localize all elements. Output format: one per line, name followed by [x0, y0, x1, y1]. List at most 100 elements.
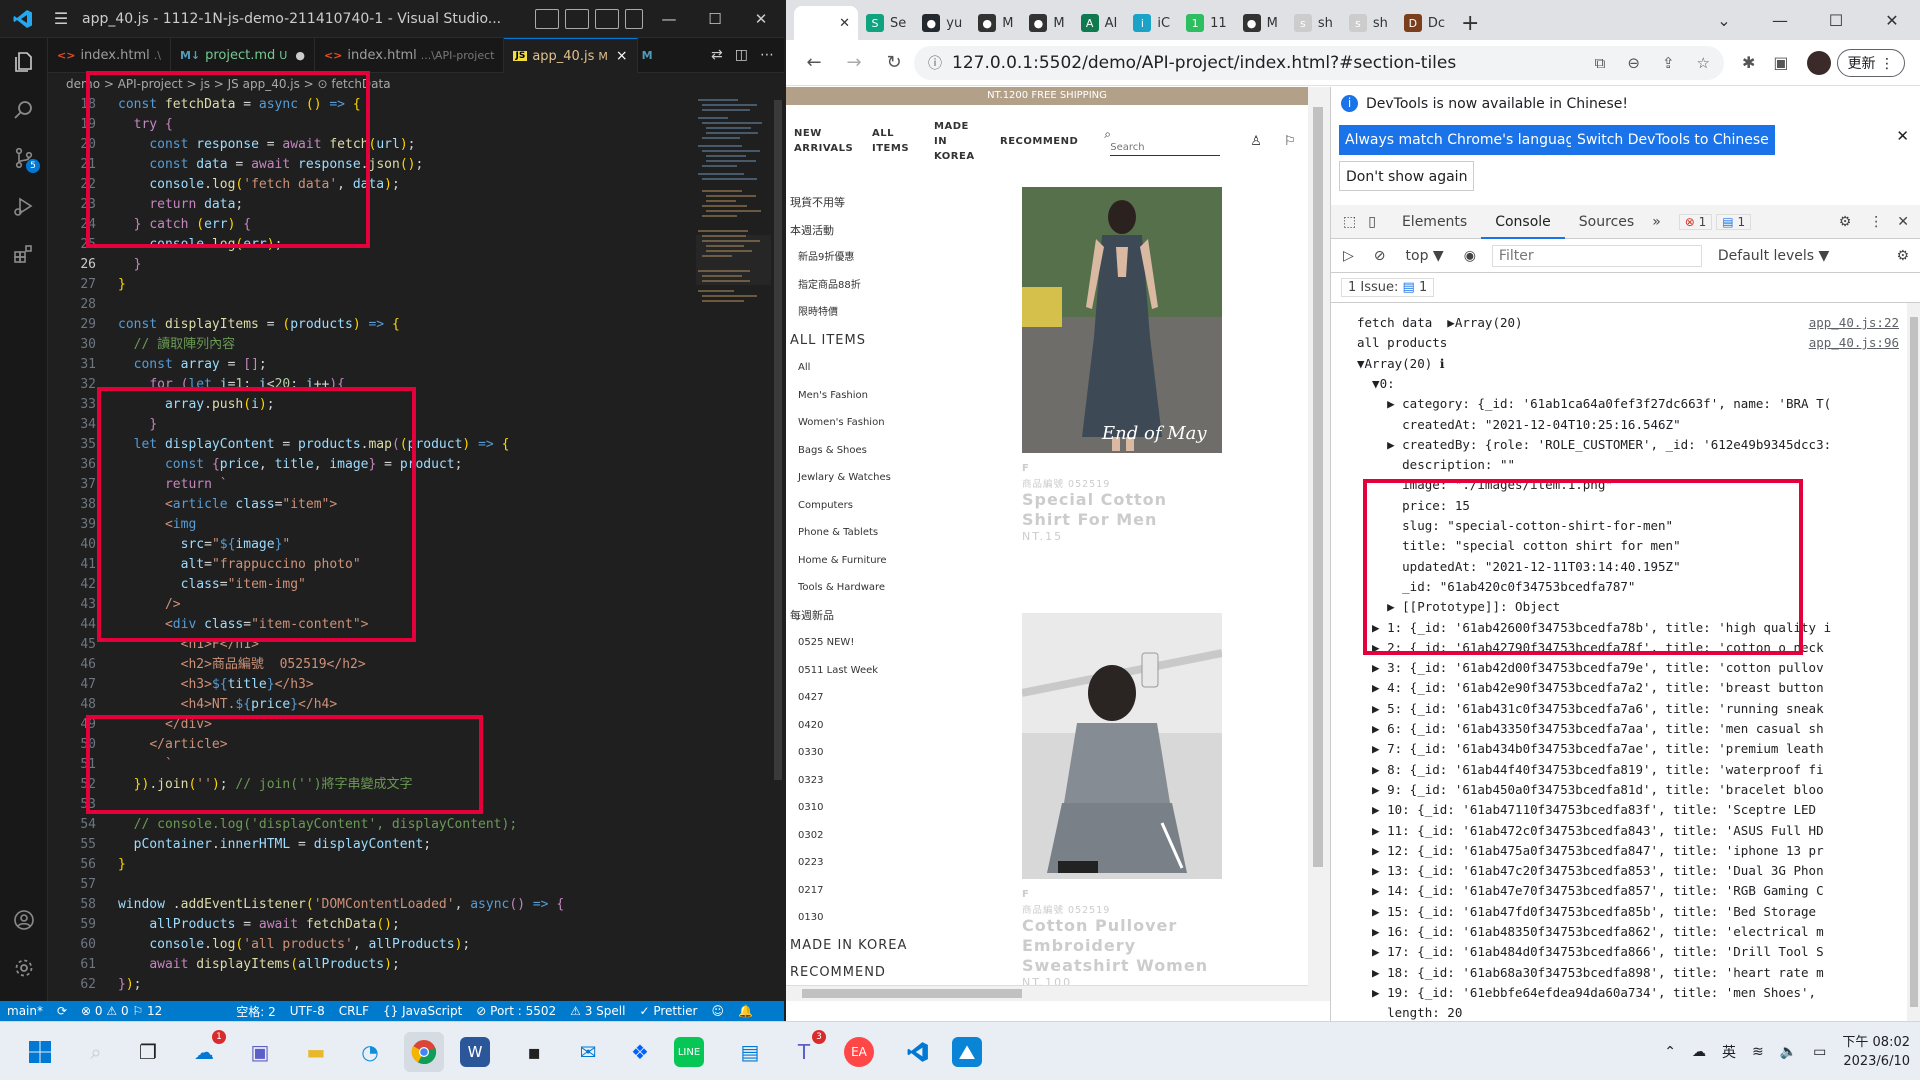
profile-avatar[interactable] — [1806, 50, 1831, 75]
category-item[interactable]: 新品9折優惠 — [786, 244, 966, 272]
back-icon[interactable]: ← — [794, 52, 834, 73]
toggle-sidebar-icon[interactable] — [535, 8, 559, 29]
minimize-button[interactable]: — — [1752, 11, 1808, 30]
product-image[interactable] — [1022, 613, 1222, 879]
category-item[interactable]: 0223 — [786, 849, 966, 877]
notepad-icon[interactable]: ▤ — [730, 1032, 770, 1072]
browser-tab[interactable]: 1 11 — [1178, 6, 1235, 40]
console-line[interactable]: ▼0: — [1331, 374, 1907, 394]
live-server-port[interactable]: ⊘ Port : 5502 — [469, 1004, 563, 1018]
console-line[interactable]: slug: "special-cotton-shirt-for-men" — [1331, 516, 1907, 536]
console-line[interactable]: ▶ 1: {_id: '61ab42600f34753bcedfa78b', t… — [1331, 618, 1907, 638]
device-toolbar-icon[interactable]: ▯ — [1364, 214, 1388, 230]
tab-api-index-html[interactable]: <> index.html ...\API-project — [315, 38, 505, 73]
category-item[interactable]: 本週活動 — [786, 217, 966, 245]
category-item[interactable]: 0330 — [786, 739, 966, 767]
inspect-icon[interactable]: ⬚ — [1331, 214, 1364, 230]
console-line[interactable]: ▶ 13: {_id: '61ab47c20f34753bcedfa853', … — [1331, 861, 1907, 881]
dropbox-icon[interactable]: ❖ — [620, 1032, 660, 1072]
code-text[interactable]: const fetchData = async () => { try { co… — [118, 95, 718, 995]
console-line[interactable]: _id: "61ab420c0f34753bcedfa787" — [1331, 577, 1907, 597]
filter-input[interactable]: Filter — [1491, 244, 1702, 267]
console-settings-gear-icon[interactable]: ⚙ — [1884, 248, 1920, 264]
extensions-puzzle-icon[interactable]: ✱ — [1742, 53, 1755, 72]
ime-indicator[interactable]: 英 — [1722, 1042, 1736, 1062]
mail-icon[interactable]: ✉ — [568, 1032, 608, 1072]
console-line[interactable]: length: 20 — [1331, 1003, 1907, 1021]
console-line[interactable]: description: "" — [1331, 455, 1907, 475]
console-line[interactable]: ▶ 3: {_id: '61ab42d00f34753bcedfa79e', t… — [1331, 658, 1907, 678]
category-item[interactable]: 指定商品88折 — [786, 272, 966, 300]
bookmark-star-icon[interactable]: ☆ — [1697, 54, 1710, 72]
console-line[interactable]: ▶ 11: {_id: '61ab472c0f34753bcedfa843', … — [1331, 821, 1907, 841]
console-line[interactable]: ▶ 7: {_id: '61ab434b0f34753bcedfa7ae', t… — [1331, 739, 1907, 759]
category-item[interactable]: 0130 — [786, 904, 966, 932]
page-vertical-scrollbar[interactable] — [1308, 87, 1330, 1001]
category-item[interactable]: Phone & Tablets — [786, 519, 966, 547]
category-item[interactable]: Computers — [786, 492, 966, 520]
source-link[interactable]: app_40.js:96 — [1809, 333, 1899, 353]
translate-icon[interactable]: ⧉ — [1595, 54, 1606, 72]
explorer-icon[interactable] — [8, 46, 40, 78]
browser-tab[interactable]: ● M — [1235, 6, 1286, 40]
chrome-icon[interactable] — [404, 1032, 444, 1072]
console-line[interactable]: fetch data ▶Array(20) app_40.js:22 — [1331, 313, 1907, 333]
manage-gear-icon[interactable] — [8, 952, 40, 984]
category-item[interactable]: 現貨不用等 — [786, 189, 966, 217]
category-item[interactable]: 0217 — [786, 877, 966, 905]
bookmark-icon[interactable]: ⚐ — [1284, 134, 1296, 149]
browser-tab[interactable]: ● M — [1021, 6, 1072, 40]
console-line[interactable]: ▶ 10: {_id: '61ab47110f34753bcedfa83f', … — [1331, 800, 1907, 820]
console-line[interactable]: ▶ 6: {_id: '61ab43350f34753bcedfa7aa', t… — [1331, 719, 1907, 739]
chat-icon[interactable]: ▣ — [240, 1032, 280, 1072]
more-tabs-icon[interactable]: » — [1648, 205, 1665, 239]
category-item[interactable]: Tools & Hardware — [786, 574, 966, 602]
share-icon[interactable]: ⇪ — [1662, 54, 1675, 72]
console-line[interactable]: image: "./images/item.1.png" — [1331, 475, 1907, 495]
maximize-button[interactable]: ☐ — [1808, 11, 1864, 30]
console-line[interactable]: ▶ 18: {_id: '61ab68a30f34753bcedfa898', … — [1331, 963, 1907, 983]
category-item[interactable]: RECOMMEND — [786, 959, 966, 987]
category-item[interactable]: 0310 — [786, 794, 966, 822]
source-link[interactable]: app_40.js:22 — [1809, 313, 1899, 333]
live-expression-eye-icon[interactable]: ◉ — [1454, 248, 1486, 264]
language-status[interactable]: {} JavaScript — [376, 1004, 469, 1018]
editor-scrollbar[interactable] — [772, 95, 784, 1001]
category-item[interactable]: 0302 — [786, 822, 966, 850]
switch-language-button[interactable]: Switch DevTools to Chinese — [1571, 125, 1775, 155]
console-line[interactable]: ▶ 8: {_id: '61ab44f40f34753bcedfa819', t… — [1331, 760, 1907, 780]
category-item[interactable]: Home & Furniture — [786, 547, 966, 575]
nav-all-items[interactable]: ALL ITEMS — [864, 126, 926, 156]
tab-dirty-dot[interactable]: ● — [295, 49, 305, 62]
reload-icon[interactable]: ↻ — [874, 52, 914, 73]
search-input[interactable]: Search — [1110, 142, 1221, 156]
console-output[interactable]: fetch data ▶Array(20) app_40.js:22 all pro… — [1331, 303, 1907, 1021]
console-line[interactable]: ▼Array(20) ℹ — [1331, 354, 1907, 374]
tray-overflow-icon[interactable]: ⌃ — [1664, 1044, 1676, 1060]
category-item[interactable]: All — [786, 354, 966, 382]
tab-sources[interactable]: Sources — [1565, 205, 1648, 239]
site-search[interactable]: ⌕ Search — [1104, 127, 1221, 156]
side-panel-icon[interactable]: ▣ — [1773, 53, 1788, 72]
product-card[interactable]: F 商品編號 052519 Cotton Pullover Embroidery… — [1022, 613, 1222, 989]
vscode-taskbar-icon[interactable] — [898, 1032, 938, 1072]
category-item[interactable]: 0525 NEW! — [786, 629, 966, 657]
spell-status[interactable]: ⚠ 3 Spell — [563, 1004, 632, 1018]
sidebar-toggle-icon[interactable]: ▷ — [1331, 248, 1364, 264]
console-line[interactable]: ▶ category: {_id: '61ab1ca64a0fef3f27dc6… — [1331, 394, 1907, 414]
clock[interactable]: 下午 08:02 2023/6/10 — [1842, 1033, 1910, 1071]
tab-project-md[interactable]: M↓ project.md U ● — [171, 38, 315, 73]
page-horizontal-scrollbar[interactable] — [786, 985, 1308, 1001]
run-debug-icon[interactable] — [8, 190, 40, 222]
tab-overflow[interactable]: M — [638, 38, 662, 73]
forward-icon[interactable]: → — [834, 52, 874, 73]
minimize-button[interactable]: — — [646, 10, 692, 28]
console-line[interactable]: ▶ 5: {_id: '61ab431c0f34753bcedfa7a6', t… — [1331, 699, 1907, 719]
console-line[interactable]: updatedAt: "2021-12-11T03:14:40.195Z" — [1331, 557, 1907, 577]
tab-console[interactable]: Console — [1481, 205, 1565, 239]
close-infobar-icon[interactable]: ✕ — [1896, 127, 1909, 145]
category-item[interactable]: Women's Fashion — [786, 409, 966, 437]
console-line[interactable]: price: 15 — [1331, 496, 1907, 516]
search-icon[interactable]: ⌕ — [76, 1032, 116, 1072]
tab-close-icon[interactable]: ✕ — [839, 16, 850, 31]
